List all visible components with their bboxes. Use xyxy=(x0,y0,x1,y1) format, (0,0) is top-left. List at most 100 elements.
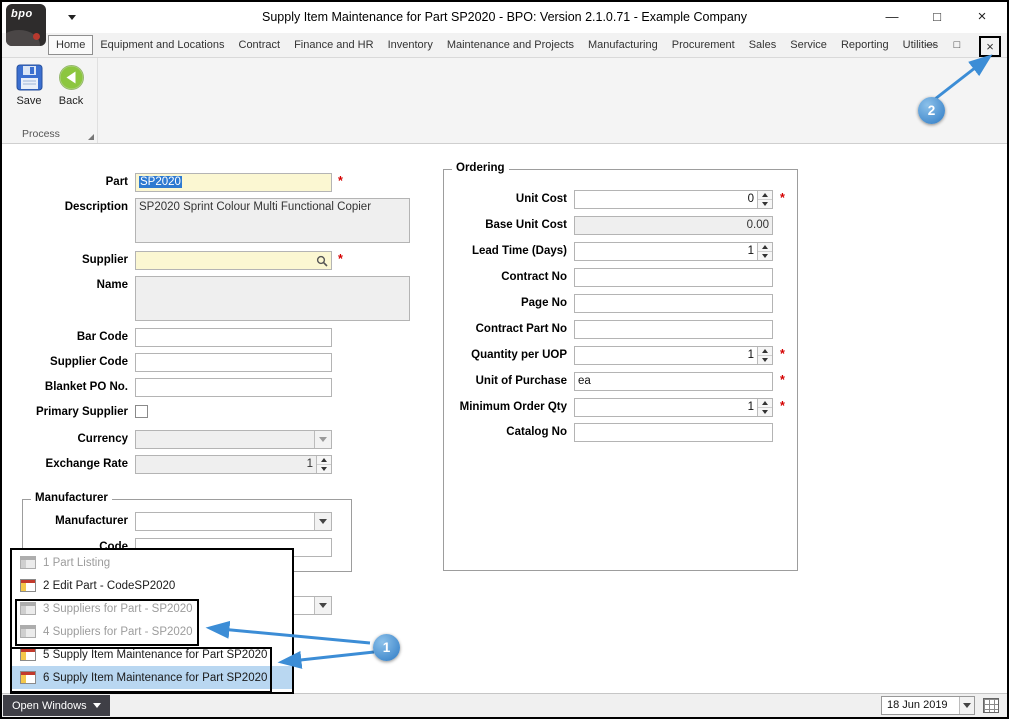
tab-contract[interactable]: Contract xyxy=(232,35,288,55)
date-picker[interactable]: 18 Jun 2019 xyxy=(881,696,975,715)
catalog-no-row: Catalog No xyxy=(443,423,808,442)
bar-code-label: Bar Code xyxy=(76,331,128,343)
popup-item-part-listing[interactable]: 1 Part Listing xyxy=(12,551,292,574)
chevron-down-icon[interactable] xyxy=(959,697,974,714)
manufacturer-row: Manufacturer xyxy=(2,512,442,531)
exchange-rate-input[interactable]: 1 xyxy=(135,455,332,474)
quick-access-caret-icon[interactable] xyxy=(68,15,76,20)
tab-reporting[interactable]: Reporting xyxy=(834,35,896,55)
lead-time-row: Lead Time (Days) 1 xyxy=(443,242,808,261)
description-input[interactable]: SP2020 Sprint Colour Multi Functional Co… xyxy=(135,198,410,243)
page-no-row: Page No xyxy=(443,294,808,313)
contract-part-no-input[interactable] xyxy=(574,320,773,339)
save-label: Save xyxy=(16,95,42,107)
unit-cost-input[interactable]: 0 xyxy=(574,190,773,209)
quantity-per-uop-input[interactable]: 1 xyxy=(574,346,773,365)
manufacturer-group-title: Manufacturer xyxy=(31,492,112,504)
process-group-label: Process xyxy=(22,128,60,140)
annotation-badge-1: 1 xyxy=(373,634,400,661)
exchange-rate-label: Exchange Rate xyxy=(45,458,128,470)
base-unit-cost-input[interactable]: 0.00 xyxy=(574,216,773,235)
window-form-icon xyxy=(20,648,36,661)
chevron-down-icon[interactable] xyxy=(314,597,331,614)
window-close-button[interactable]: × xyxy=(967,7,997,28)
window-form-icon xyxy=(20,556,36,569)
window-minimize-button[interactable]: — xyxy=(877,7,907,28)
open-windows-button[interactable]: Open Windows xyxy=(3,695,110,716)
unit-of-purchase-input[interactable]: ea xyxy=(574,372,773,391)
ribbon-tab-bar: Home Equipment and Locations Contract Finan… xyxy=(2,33,1007,58)
tab-service[interactable]: Service xyxy=(783,35,834,55)
tab-home[interactable]: Home xyxy=(48,35,94,55)
spinner-buttons[interactable] xyxy=(757,243,772,260)
popup-item-edit-part[interactable]: 2 Edit Part - CodeSP2020 xyxy=(12,574,292,597)
contract-no-input[interactable] xyxy=(574,268,773,287)
save-icon xyxy=(16,64,43,91)
part-label: Part xyxy=(105,176,128,188)
unit-cost-row: Unit Cost 0 * xyxy=(443,190,808,209)
bar-code-input[interactable] xyxy=(135,328,332,347)
contract-no-label: Contract No xyxy=(501,271,567,283)
supplier-label: Supplier xyxy=(81,254,128,266)
lead-time-label: Lead Time (Days) xyxy=(471,245,567,257)
currency-label: Currency xyxy=(77,433,129,445)
tab-sales[interactable]: Sales xyxy=(742,35,784,55)
chevron-down-icon[interactable] xyxy=(314,431,331,448)
window-form-icon xyxy=(20,579,36,592)
description-row: Description SP2020 Sprint Colour Multi F… xyxy=(2,198,442,243)
supplier-code-label: Supplier Code xyxy=(50,356,128,368)
tab-finance-and-hr[interactable]: Finance and HR xyxy=(287,35,381,55)
ordering-group-title: Ordering xyxy=(452,162,509,174)
popup-item-suppliers-3[interactable]: 3 Suppliers for Part - SP2020 xyxy=(12,597,292,620)
page-no-label: Page No xyxy=(520,297,567,309)
spinner-buttons[interactable] xyxy=(757,347,772,364)
tab-equipment-and-locations[interactable]: Equipment and Locations xyxy=(93,35,231,55)
window-maximize-button[interactable]: □ xyxy=(922,7,952,28)
manufacturer-select[interactable] xyxy=(135,512,332,531)
save-button[interactable]: Save xyxy=(8,64,50,107)
chevron-down-icon[interactable] xyxy=(314,513,331,530)
supplier-code-input[interactable] xyxy=(135,353,332,372)
popup-item-supply-item-5[interactable]: 5 Supply Item Maintenance for Part SP202… xyxy=(12,643,292,666)
minimum-order-qty-label: Minimum Order Qty xyxy=(459,401,567,413)
primary-supplier-checkbox[interactable] xyxy=(135,405,148,418)
tab-procurement[interactable]: Procurement xyxy=(665,35,742,55)
required-marker: * xyxy=(780,347,785,361)
exchange-rate-row: Exchange Rate 1 xyxy=(2,455,442,474)
window-form-icon xyxy=(20,602,36,615)
screen-restore-icon[interactable]: □ xyxy=(947,36,967,55)
open-windows-popup: 1 Part Listing 2 Edit Part - CodeSP2020 … xyxy=(10,548,294,694)
search-icon[interactable] xyxy=(316,255,328,269)
currency-select[interactable] xyxy=(135,430,332,449)
catalog-no-input[interactable] xyxy=(574,423,773,442)
window-title: Supply Item Maintenance for Part SP2020 … xyxy=(262,10,747,24)
tab-manufacturing[interactable]: Manufacturing xyxy=(581,35,665,55)
chevron-down-icon xyxy=(92,703,101,708)
spinner-buttons[interactable] xyxy=(757,191,772,208)
popup-item-suppliers-4[interactable]: 4 Suppliers for Part - SP2020 xyxy=(12,620,292,643)
spinner-buttons[interactable] xyxy=(757,399,772,416)
popup-item-supply-item-6[interactable]: 6 Supply Item Maintenance for Part SP202… xyxy=(12,666,292,689)
blanket-po-row: Blanket PO No. xyxy=(2,378,442,397)
tab-inventory[interactable]: Inventory xyxy=(381,35,440,55)
tab-maintenance-and-projects[interactable]: Maintenance and Projects xyxy=(440,35,581,55)
page-no-input[interactable] xyxy=(574,294,773,313)
part-input[interactable]: SP2020 xyxy=(135,173,332,192)
supplier-input[interactable] xyxy=(135,251,332,270)
minimum-order-qty-input[interactable]: 1 xyxy=(574,398,773,417)
catalog-no-label: Catalog No xyxy=(506,426,567,438)
blanket-po-input[interactable] xyxy=(135,378,332,397)
currency-row: Currency xyxy=(2,430,442,449)
primary-supplier-row: Primary Supplier xyxy=(2,405,442,419)
lead-time-input[interactable]: 1 xyxy=(574,242,773,261)
name-input[interactable] xyxy=(135,276,410,321)
back-label: Back xyxy=(58,95,84,107)
calendar-grid-icon[interactable] xyxy=(983,698,999,713)
required-marker: * xyxy=(780,373,785,387)
app-window: Supply Item Maintenance for Part SP2020 … xyxy=(0,0,1009,719)
back-button[interactable]: Back xyxy=(50,64,92,107)
screen-close-icon[interactable]: × xyxy=(979,36,1001,57)
quantity-per-uop-row: Quantity per UOP 1 * xyxy=(443,346,808,365)
spinner-buttons[interactable] xyxy=(316,456,331,473)
screen-minimize-icon[interactable]: — xyxy=(921,36,941,55)
